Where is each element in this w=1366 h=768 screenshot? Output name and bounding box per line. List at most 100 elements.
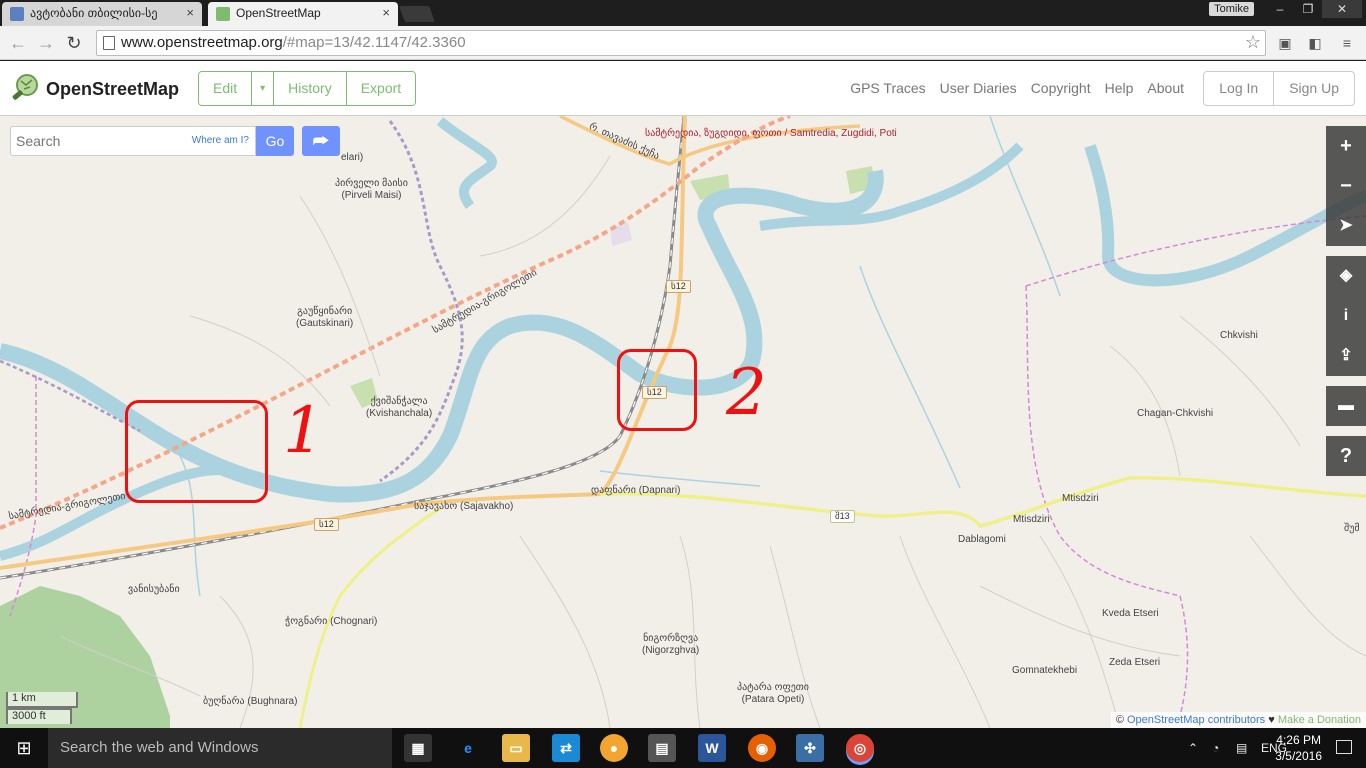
place-label: Mtisdziri [1062,493,1099,504]
scale-km: 1 km [6,692,78,708]
extension-icon[interactable]: ▣ [1276,34,1294,52]
task-view-icon[interactable]: ▦ [404,734,432,762]
attribution: © OpenStreetMap contributors ♥ Make a Do… [1110,712,1366,728]
osm-header: OpenStreetMap Edit ▾ History Export GPS … [0,61,1366,116]
app-icon[interactable]: ● [600,734,628,762]
note-icon[interactable]: ▬ [1326,386,1366,426]
nav-link-copyright[interactable]: Copyright [1031,80,1091,96]
road-shield: ს12 [314,518,339,531]
route-label: სამტრედია, ზუგდიდი, ფოთი / Samtredia, Zu… [645,128,897,139]
where-am-i-link[interactable]: Where am I? [192,135,249,146]
login-button[interactable]: Log In [1204,72,1275,105]
clock[interactable]: 4:26 PM 3/5/2016 [1275,732,1322,764]
edit-button[interactable]: Edit [199,72,253,105]
nav-link-user-diaries[interactable]: User Diaries [940,80,1017,96]
place-label: დაფნარი (Dapnari) [591,485,681,496]
place-label: Chkvishi [1220,330,1258,341]
close-window-icon[interactable]: ✕ [1322,0,1362,18]
share-icon[interactable]: ⇪ [1326,336,1366,376]
word-icon[interactable]: W [698,734,726,762]
reload-icon[interactable]: ↻ [62,31,86,55]
nav-link-help[interactable]: Help [1105,80,1134,96]
back-arrow-icon[interactable]: ← [6,31,30,55]
place-label: პირველი მაისი (Pirveli Maisi) [335,178,408,201]
place-label: ქვიშანჭალა (Kvishanchala) [366,396,433,419]
road-shield: ს12 [666,280,691,293]
tab-openstreetmap[interactable]: OpenStreetMap × [208,2,398,26]
page-icon [103,36,115,50]
header-nav: GPS Traces User Diaries Copyright Help A… [850,80,1184,96]
place-label: გაუწყინარი (Gautskinari) [296,306,354,329]
help-icon[interactable]: ? [1326,436,1366,476]
history-button[interactable]: History [274,72,347,105]
place-label: საჯავახო (Sajavakho) [414,501,514,512]
tray-chevron-icon[interactable]: ⌃ [1188,728,1198,768]
road-shield: შ13 [830,510,855,523]
close-icon[interactable]: × [382,2,390,24]
place-label: Kveda Etseri [1102,608,1159,619]
address-bar[interactable]: www.openstreetmap.org/#map=13/42.1147/42… [96,30,1266,56]
annotation-number-1: 1 [283,394,324,468]
locate-icon[interactable]: ➤ [1326,206,1366,246]
teamviewer-icon[interactable]: ⇄ [552,734,580,762]
scale-ft: 3000 ft [6,708,72,724]
file-explorer-icon[interactable]: ▭ [502,734,530,762]
windows-start-icon[interactable]: ⊞ [0,728,48,768]
export-button[interactable]: Export [346,72,416,105]
windows-taskbar: ⊞ Search the web and Windows ▦ e ▭ ⇄ ● ▤… [0,728,1366,768]
place-label: შუმ [1344,523,1360,534]
search-box: Where am I? [10,126,256,156]
place-label: Gomnatekhebi [1012,665,1078,676]
edit-dropdown-icon[interactable]: ▾ [252,72,275,105]
url-text[interactable]: www.openstreetmap.org/#map=13/42.1147/42… [121,34,466,51]
wifi-icon[interactable]: ◔ [1212,728,1219,768]
map-canvas[interactable]: Where am I? Go ⮫ elari) პირველი მაისი (P… [0,116,1366,728]
directions-icon[interactable]: ⮫ [302,126,340,156]
taskbar-search[interactable]: Search the web and Windows [48,728,392,768]
layers-icon[interactable]: ◈ [1326,256,1366,296]
profile-button[interactable]: Tomike [1209,2,1254,16]
search-input[interactable] [11,127,186,155]
tab-autobahn[interactable]: ავტობანი თბილისი-სე × [2,2,202,26]
zoom-in-icon[interactable]: + [1326,126,1366,166]
auth-button-group: Log In Sign Up [1203,71,1355,106]
browser-tab-strip: ავტობანი თბილისი-სე × OpenStreetMap × To… [0,0,1366,26]
donate-link[interactable]: Make a Donation [1278,714,1361,726]
app-favicon-icon [10,7,24,21]
action-center-icon[interactable] [1336,740,1352,754]
zoom-out-icon[interactable]: − [1326,166,1366,206]
scale-bar: 1 km 3000 ft [6,692,78,724]
message-icon[interactable]: ▤ [1236,728,1247,768]
contributors-link[interactable]: OpenStreetMap contributors [1127,714,1265,726]
annotation-box-1 [125,400,268,503]
calculator-icon[interactable]: ▤ [648,734,676,762]
search-go-button[interactable]: Go [256,126,294,156]
annotation-box-2 [617,349,697,431]
nav-link-about[interactable]: About [1147,80,1184,96]
place-label: Dablagomi [958,534,1006,545]
chrome-icon[interactable]: ◎ [846,734,874,762]
minimize-icon[interactable]: – [1266,0,1294,18]
close-icon[interactable]: × [186,2,194,24]
osm-logo-icon[interactable] [10,73,40,103]
tab-title: ავტობანი თბილისი-სე [30,6,158,20]
osm-favicon-icon [216,7,230,21]
place-label: ვანისუბანი [128,584,180,595]
place-label: ჭოგნარი (Chognari) [285,616,378,627]
place-label: Mtisdziri [1013,514,1050,525]
menu-icon[interactable]: ≡ [1338,34,1356,52]
extension-icon[interactable]: ◧ [1306,34,1324,52]
forward-arrow-icon[interactable]: → [34,31,58,55]
new-tab-button[interactable] [399,6,435,22]
bookmark-star-icon[interactable]: ☆ [1245,32,1261,53]
brand-title[interactable]: OpenStreetMap [46,79,179,100]
edge-icon[interactable]: e [454,734,482,762]
edit-button-group: Edit ▾ History Export [198,71,417,106]
nav-link-gps-traces[interactable]: GPS Traces [850,80,925,96]
place-label: პატარა ოფეთი (Patara Opeti) [737,682,809,705]
signup-button[interactable]: Sign Up [1274,72,1354,105]
firefox-icon[interactable]: ◉ [748,734,776,762]
network-app-icon[interactable]: ✣ [796,734,824,762]
info-icon[interactable]: i [1326,296,1366,336]
restore-icon[interactable]: ❐ [1294,0,1322,18]
